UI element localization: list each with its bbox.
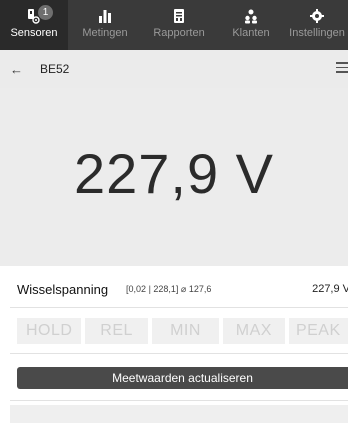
nav-label-metingen: Metingen — [82, 27, 128, 39]
refresh-measurements-button[interactable]: Meetwaarden actualiseren — [17, 367, 348, 389]
device-header: ← BE52 — [0, 50, 348, 88]
device-name: BE52 — [40, 62, 70, 76]
hamburger-menu-icon[interactable] — [336, 62, 348, 74]
current-reading: 227,9 V — [73, 142, 275, 205]
divider — [10, 353, 348, 354]
rel-button[interactable]: REL — [85, 318, 148, 344]
back-arrow-icon[interactable]: ← — [10, 62, 26, 77]
users-icon — [245, 9, 257, 24]
nav-label-sensoren: Sensoren — [10, 27, 58, 39]
nav-label-klanten: Klanten — [232, 27, 270, 39]
nav-label-rapporten: Rapporten — [153, 27, 205, 39]
notification-badge: 1 — [38, 5, 53, 20]
nav-tab-sensoren[interactable]: Sensoren 1 — [0, 0, 68, 50]
report-icon — [174, 9, 184, 23]
mode-button-group: HOLD REL MIN MAX PEAK — [17, 318, 348, 344]
top-navigation: Sensoren 1 Metingen Rapporten Klanten In… — [0, 0, 348, 50]
min-button[interactable]: MIN — [151, 318, 220, 344]
max-button[interactable]: MAX — [223, 318, 285, 344]
bar-chart-icon — [99, 10, 111, 23]
bottom-panel — [10, 405, 348, 423]
divider — [10, 400, 348, 401]
nav-tab-klanten[interactable]: Klanten — [216, 0, 286, 50]
nav-label-instellingen: Instellingen — [289, 27, 345, 39]
divider — [10, 307, 348, 308]
nav-tab-metingen[interactable]: Metingen — [68, 0, 142, 50]
nav-tab-rapporten[interactable]: Rapporten — [142, 0, 216, 50]
measurement-name: Wisselspanning — [17, 281, 109, 297]
nav-tab-instellingen[interactable]: Instellingen — [286, 0, 348, 50]
reading-display: 227,9 V — [0, 88, 348, 266]
gear-icon — [310, 9, 324, 23]
hold-button[interactable]: HOLD — [17, 318, 82, 344]
measurement-range: [0,02 | 228,1] ⌀ 127,6 — [126, 283, 212, 294]
measurement-row: Wisselspanning [0,02 | 228,1] ⌀ 127,6 22… — [0, 278, 348, 300]
peak-button[interactable]: PEAK — [288, 318, 348, 344]
measurement-value: 227,9 V — [312, 283, 348, 295]
